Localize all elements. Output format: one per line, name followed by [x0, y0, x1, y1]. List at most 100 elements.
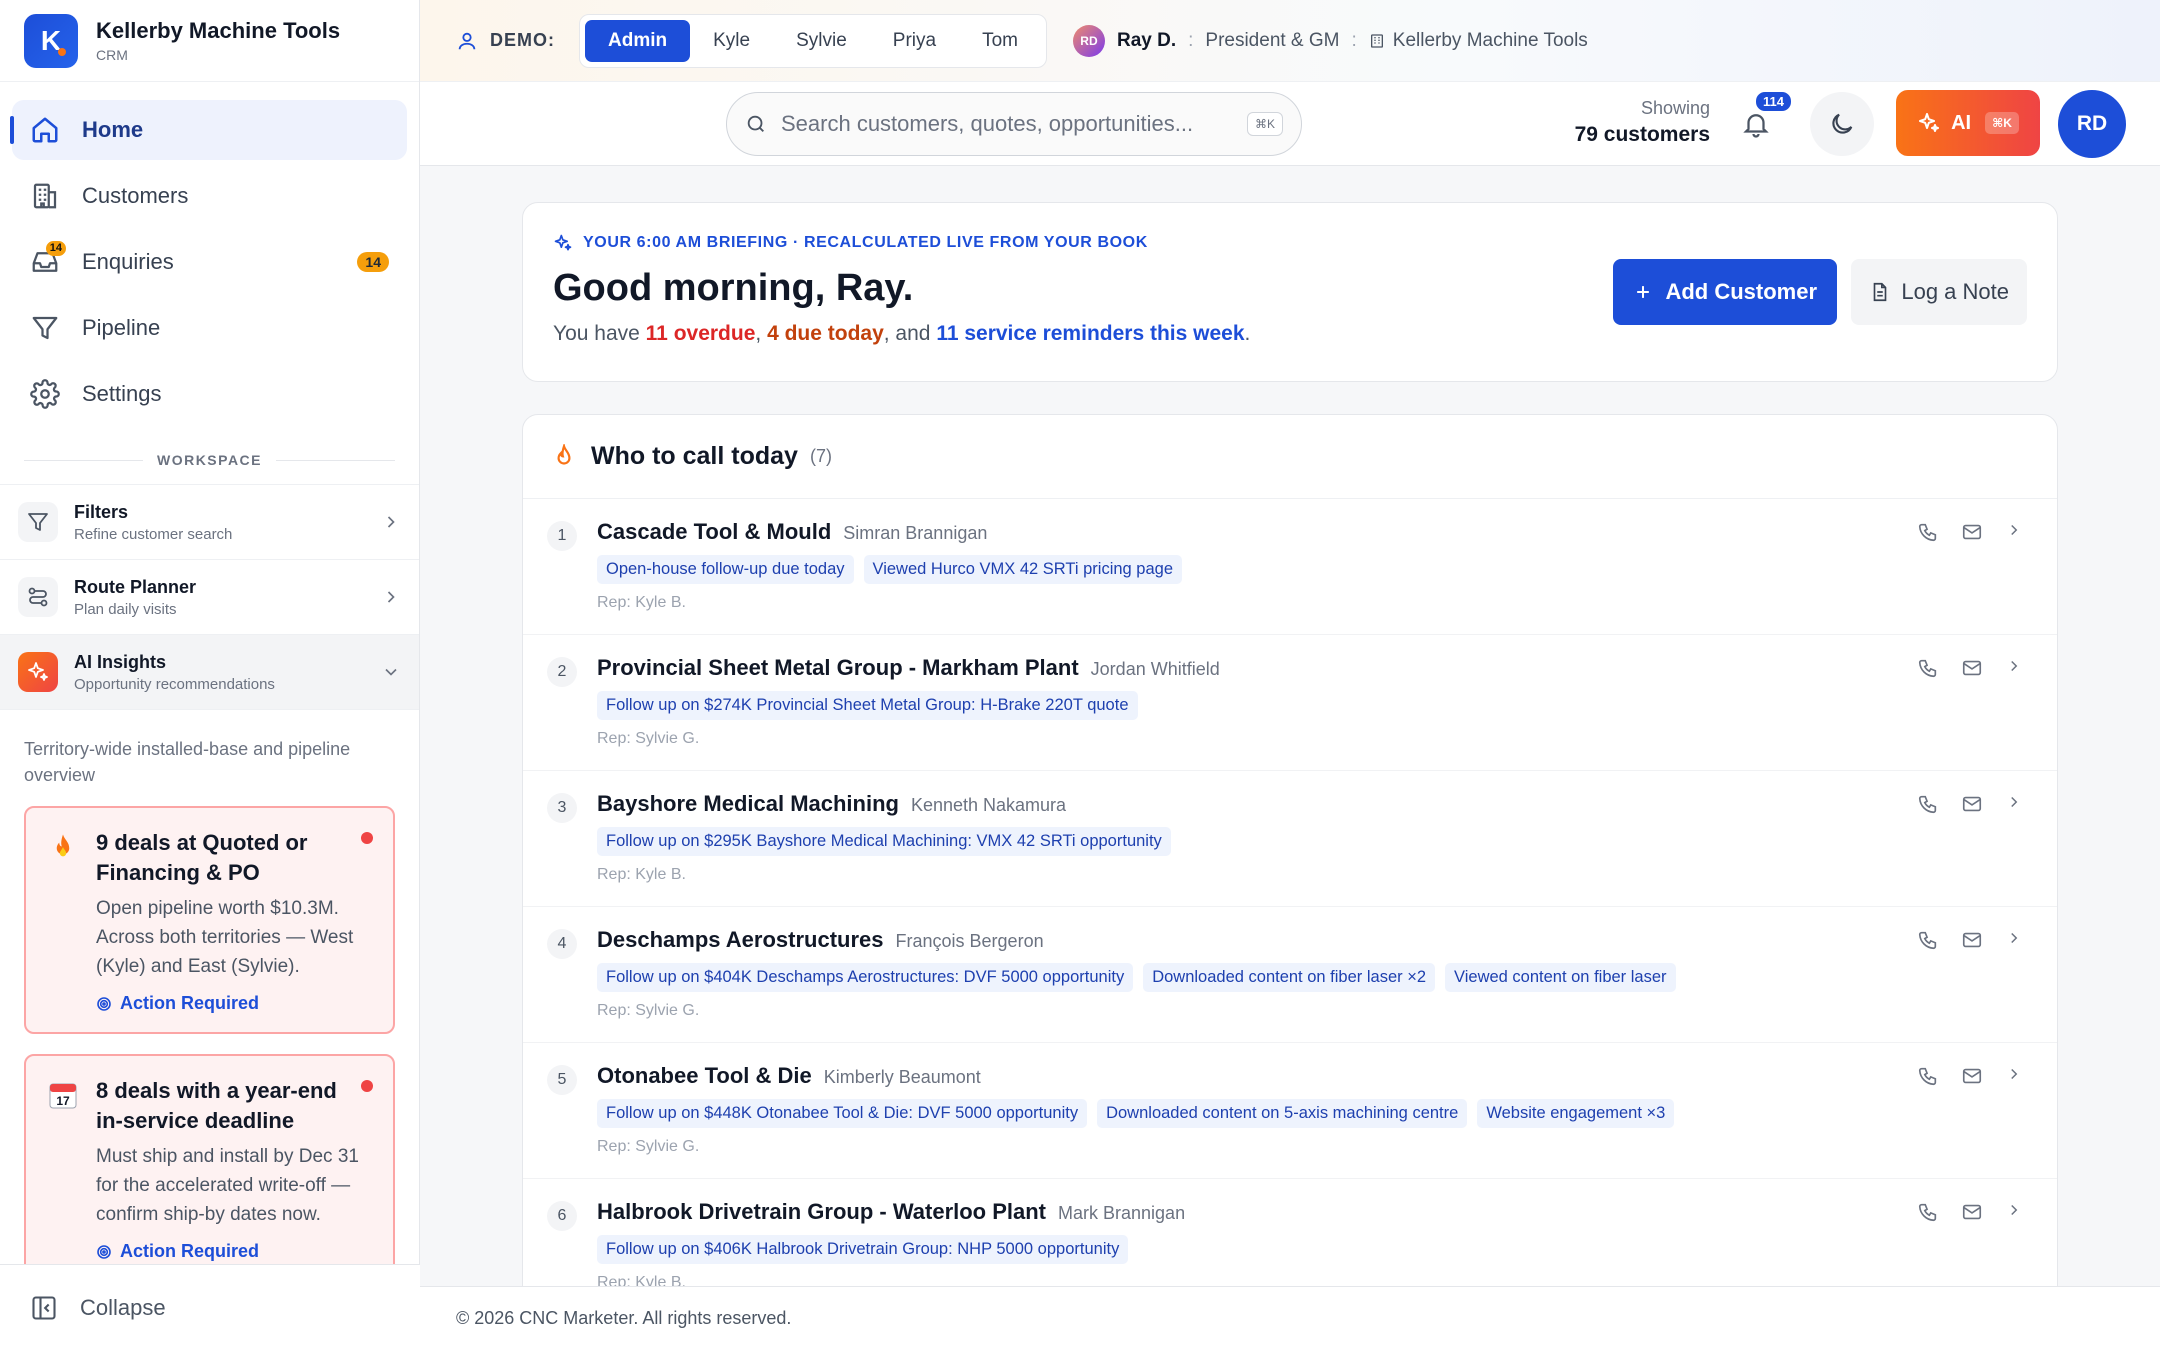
overdue-count[interactable]: 11 overdue [646, 322, 756, 345]
action-required-link[interactable]: Action Required [96, 993, 373, 1014]
workspace-ai-insights[interactable]: AI Insights Opportunity recommendations [0, 634, 419, 709]
user-icon [458, 32, 476, 49]
nav-item-enquiries[interactable]: 14 Enquiries 14 [12, 232, 407, 292]
call-company-name[interactable]: Bayshore Medical Machining [597, 791, 899, 817]
collapse-sidebar-button[interactable]: Collapse [0, 1264, 420, 1350]
call-tag: Downloaded content on 5-axis machining c… [1097, 1099, 1468, 1128]
chevron-right-icon[interactable] [2005, 657, 2023, 679]
insight-card[interactable]: 17 8 deals with a year-end in-service de… [24, 1054, 395, 1282]
demo-label: DEMO: [456, 30, 555, 52]
call-tag: Follow up on $448K Otonabee Tool & Die: … [597, 1099, 1088, 1128]
brand-logo: K [24, 13, 78, 68]
workspace-filters[interactable]: Filters Refine customer search [0, 484, 419, 559]
log-note-button[interactable]: Log a Note [1851, 259, 2027, 325]
call-tags: Follow up on $404K Deschamps Aerostructu… [597, 963, 2029, 992]
enquiries-mini-badge: 14 [45, 241, 66, 256]
call-rep: Rep: Kyle B. [597, 866, 686, 883]
mail-icon[interactable] [1961, 657, 1983, 679]
ai-assistant-button[interactable]: AI ⌘K [1896, 90, 2040, 156]
call-tag: Website engagement ×3 [1477, 1099, 1675, 1128]
call-row[interactable]: 4 Deschamps Aerostructures François Berg… [523, 907, 2057, 1043]
nav-item-settings[interactable]: Settings [12, 364, 407, 424]
demo-tab-priya[interactable]: Priya [870, 20, 959, 62]
workspace-route-planner[interactable]: Route Planner Plan daily visits [0, 559, 419, 634]
demo-company: Kellerby Machine Tools [1369, 30, 1588, 52]
workspace-item-subtitle: Opportunity recommendations [74, 675, 275, 693]
call-rank: 6 [547, 1201, 577, 1231]
call-row[interactable]: 5 Otonabee Tool & Die Kimberly Beaumont … [523, 1043, 2057, 1179]
nav-item-customers[interactable]: Customers [12, 166, 407, 226]
theme-toggle-button[interactable] [1810, 92, 1874, 156]
sparkles-icon [554, 234, 572, 251]
filter-icon [18, 502, 58, 542]
due-today-count[interactable]: 4 due today [767, 322, 884, 345]
unread-dot [361, 1080, 373, 1092]
call-actions [1895, 1065, 2023, 1087]
chevron-right-icon[interactable] [2005, 929, 2023, 951]
user-avatar-button[interactable]: RD [2058, 90, 2126, 158]
demo-tab-kyle[interactable]: Kyle [690, 20, 773, 62]
notifications-button[interactable]: 114 [1736, 90, 1793, 144]
call-company-name[interactable]: Provincial Sheet Metal Group - Markham P… [597, 655, 1079, 681]
svg-text:17: 17 [56, 1094, 70, 1108]
gear-icon [30, 379, 60, 409]
chevron-right-icon[interactable] [2005, 1065, 2023, 1087]
call-company-name[interactable]: Deschamps Aerostructures [597, 927, 884, 953]
service-reminders-count[interactable]: 11 service reminders this week [936, 322, 1244, 345]
phone-icon[interactable] [1917, 1065, 1939, 1087]
route-icon [18, 577, 58, 617]
call-rep: Rep: Sylvie G. [597, 1138, 700, 1155]
demo-current-user: RD Ray D. : President & GM : Kellerby Ma… [1072, 24, 1588, 57]
chevron-right-icon[interactable] [2005, 793, 2023, 815]
call-contact-name: Simran Brannigan [843, 523, 988, 543]
call-contact-name: François Bergeron [895, 931, 1044, 951]
who-to-call-header: Who to call today (7) [523, 415, 2057, 499]
call-row[interactable]: 1 Cascade Tool & Mould Simran Brannigan … [523, 499, 2057, 635]
mail-icon[interactable] [1961, 1065, 1983, 1087]
demo-tab-tom[interactable]: Tom [959, 20, 1041, 62]
mail-icon[interactable] [1961, 521, 1983, 543]
phone-icon[interactable] [1917, 929, 1939, 951]
nav-item-pipeline[interactable]: Pipeline [12, 298, 407, 358]
search-input[interactable]: Search customers, quotes, opportunities.… [726, 92, 1302, 156]
phone-icon[interactable] [1917, 1201, 1939, 1223]
mail-icon[interactable] [1961, 793, 1983, 815]
call-tag: Viewed Hurco VMX 42 SRTi pricing page [863, 555, 1183, 584]
call-company-name[interactable]: Otonabee Tool & Die [597, 1063, 812, 1089]
call-row[interactable]: 3 Bayshore Medical Machining Kenneth Nak… [523, 771, 2057, 907]
add-customer-button[interactable]: Add Customer [1613, 259, 1837, 325]
call-company-name[interactable]: Halbrook Drivetrain Group - Waterloo Pla… [597, 1199, 1046, 1225]
call-rank: 2 [547, 657, 577, 687]
chevron-right-icon[interactable] [2005, 1201, 2023, 1223]
action-required-link[interactable]: Action Required [96, 1241, 373, 1262]
who-to-call-title: Who to call today [591, 442, 798, 470]
phone-icon[interactable] [1917, 521, 1939, 543]
demo-tab-admin[interactable]: Admin [585, 19, 691, 62]
call-tag: Open-house follow-up due today [597, 555, 854, 584]
call-contact-name: Mark Brannigan [1058, 1203, 1186, 1223]
main-content: YOUR 6:00 AM BRIEFING · RECALCULATED LIV… [420, 166, 2160, 1286]
call-tag: Viewed content on fiber laser [1445, 963, 1676, 992]
phone-icon[interactable] [1917, 657, 1939, 679]
phone-icon[interactable] [1917, 793, 1939, 815]
call-row[interactable]: 6 Halbrook Drivetrain Group - Waterloo P… [523, 1179, 2057, 1286]
chevron-right-icon[interactable] [2005, 521, 2023, 543]
nav-item-home[interactable]: Home [10, 100, 407, 160]
mail-icon[interactable] [1961, 1201, 1983, 1223]
mail-icon[interactable] [1961, 929, 1983, 951]
copyright-text: © 2026 CNC Marketer. All rights reserved… [456, 1308, 792, 1328]
who-to-call-panel: Who to call today (7) 1 Cascade Tool & M… [522, 414, 2058, 1286]
insight-card[interactable]: 9 deals at Quoted or Financing & PO Open… [24, 806, 395, 1034]
call-actions [1895, 929, 2023, 951]
workspace-item-title: Filters [74, 501, 129, 522]
call-tag: Follow up on $274K Provincial Sheet Meta… [597, 691, 1138, 720]
call-rep: Rep: Sylvie G. [597, 730, 700, 747]
document-icon [1874, 282, 1887, 302]
call-tags: Follow up on $295K Bayshore Medical Mach… [597, 827, 2029, 856]
demo-tab-sylvie[interactable]: Sylvie [773, 20, 870, 62]
call-row[interactable]: 2 Provincial Sheet Metal Group - Markham… [523, 635, 2057, 771]
call-actions [1895, 1201, 2023, 1223]
briefing-eyebrow: YOUR 6:00 AM BRIEFING · RECALCULATED LIV… [553, 233, 2027, 253]
call-company-name[interactable]: Cascade Tool & Mould [597, 519, 831, 545]
brand[interactable]: K Kellerby Machine Tools CRM [0, 0, 419, 82]
